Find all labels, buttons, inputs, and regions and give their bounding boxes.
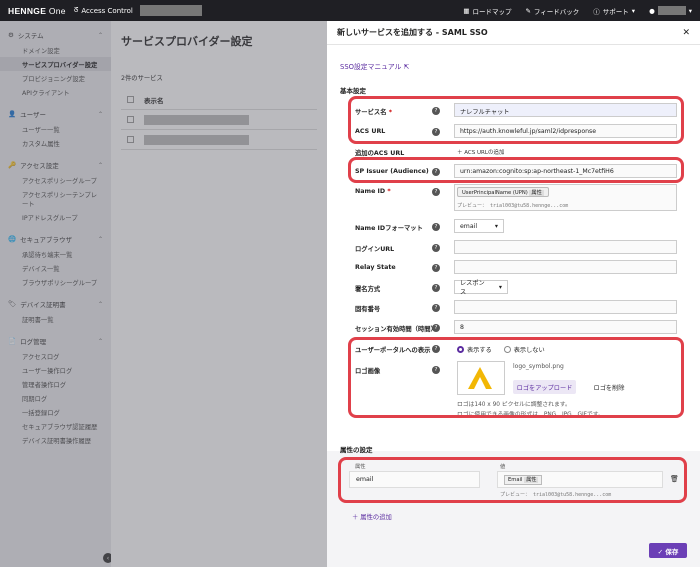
highlight-box-service-acs bbox=[348, 96, 684, 144]
chevron-down-icon: ▾ bbox=[688, 6, 692, 15]
panel-title: 新しいサービスを追加する - SAML SSO bbox=[337, 28, 488, 37]
brand-logo[interactable]: HENNGE One bbox=[8, 6, 66, 16]
name-id-format-select[interactable]: email ▾ bbox=[454, 219, 504, 233]
additional-acs-label: 追加のACS URL bbox=[355, 150, 405, 157]
add-service-panel: 新しいサービスを追加する - SAML SSO ✕ SSO設定マニュアル ⇱ 基… bbox=[327, 21, 700, 567]
highlight-box-portal-logo bbox=[348, 337, 684, 418]
feedback-icon: ✎ bbox=[525, 6, 531, 15]
help-icon[interactable]: ? bbox=[432, 244, 440, 252]
add-acs-url-button[interactable]: ＋ ACS URLの追加 bbox=[457, 148, 504, 156]
highlight-box-attributes bbox=[338, 457, 687, 503]
help-icon[interactable]: ? bbox=[432, 188, 440, 196]
sign-method-select[interactable]: レスポンス ▾ bbox=[454, 280, 508, 296]
feedback-link[interactable]: ✎ フィードバック bbox=[525, 6, 579, 16]
roadmap-icon: ▦ bbox=[463, 6, 470, 15]
roadmap-link[interactable]: ▦ ロードマップ bbox=[463, 6, 511, 16]
login-url-label: ログインURL bbox=[355, 246, 395, 253]
unique-number-label: 固有番号 bbox=[355, 306, 381, 313]
add-attribute-button[interactable]: ＋ 属性の追加 bbox=[352, 512, 392, 521]
session-duration-label: セッション有効時間（時間） bbox=[355, 326, 437, 333]
attribute-settings-title: 属性の設定 bbox=[340, 446, 373, 454]
chevron-down-icon: ▾ bbox=[631, 6, 636, 15]
close-icon[interactable]: ✕ bbox=[682, 28, 690, 38]
help-icon[interactable]: ? bbox=[432, 284, 440, 292]
manual-link[interactable]: SSO設定マニュアル ⇱ bbox=[340, 61, 409, 71]
account-menu[interactable]: ● ▾ bbox=[649, 6, 692, 15]
sign-method-label: 署名方式 bbox=[355, 286, 381, 293]
tenant-name-redacted bbox=[139, 5, 202, 16]
account-name-redacted bbox=[657, 6, 686, 15]
app-title: ᘔ Access Control bbox=[74, 5, 202, 16]
highlight-box-sp-issuer bbox=[348, 157, 684, 183]
name-id-label: Name ID * bbox=[355, 188, 391, 195]
name-id-attribute-pill: UserPrincipalName (UPN) 属性 bbox=[457, 187, 549, 197]
basic-settings-title: 基本設定 bbox=[340, 87, 366, 95]
support-menu[interactable]: ⓘ サポート ▾ bbox=[593, 6, 635, 16]
unique-number-input[interactable] bbox=[454, 300, 677, 314]
modal-overlay[interactable] bbox=[0, 21, 327, 567]
save-button[interactable]: ✓ 保存 bbox=[649, 543, 687, 558]
relay-state-input[interactable] bbox=[454, 260, 677, 274]
help-icon[interactable]: ? bbox=[432, 223, 440, 231]
chevron-down-icon: ▾ bbox=[498, 283, 502, 291]
top-bar: HENNGE One ᘔ Access Control ▦ ロードマップ ✎ フィード… bbox=[0, 0, 700, 21]
user-icon: ● bbox=[649, 6, 655, 15]
login-url-input[interactable] bbox=[454, 240, 677, 254]
external-link-icon: ⇱ bbox=[403, 63, 410, 71]
session-duration-input[interactable]: 8 bbox=[454, 320, 677, 334]
app-icon: ᘔ bbox=[73, 6, 79, 14]
panel-header: 新しいサービスを追加する - SAML SSO ✕ bbox=[327, 21, 700, 45]
name-id-preview: プレビュー： trial003@tu58.hennge...com bbox=[457, 203, 569, 209]
chevron-down-icon: ▾ bbox=[494, 222, 498, 230]
help-circle-icon: ⓘ bbox=[593, 7, 600, 16]
name-id-format-label: Name IDフォーマット bbox=[355, 225, 423, 232]
relay-state-label: Relay State bbox=[355, 264, 396, 271]
help-icon[interactable]: ? bbox=[432, 324, 440, 332]
help-icon[interactable]: ? bbox=[432, 264, 440, 272]
help-icon[interactable]: ? bbox=[432, 304, 440, 312]
